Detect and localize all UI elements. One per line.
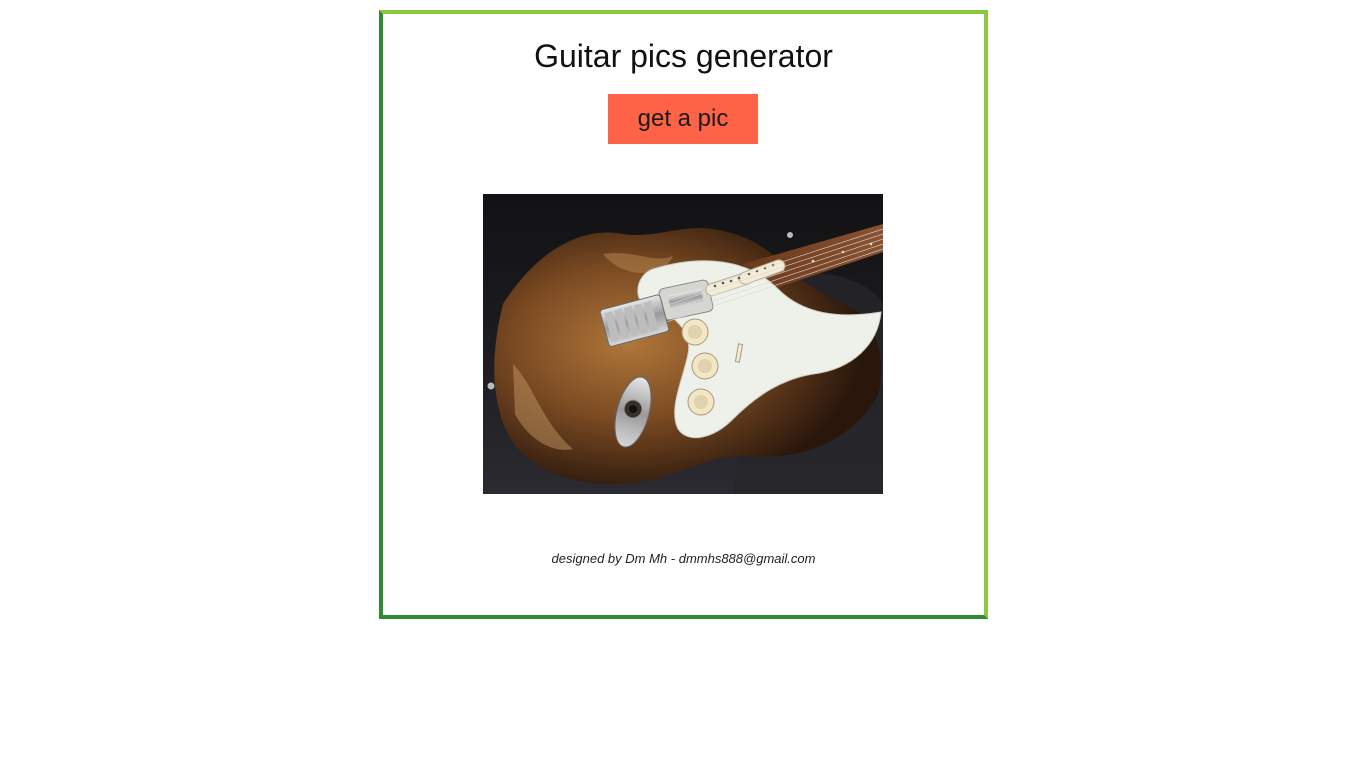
content-card: Guitar pics generator get a pic designed… <box>379 10 988 619</box>
page-title: Guitar pics generator <box>534 38 833 74</box>
guitar-image <box>483 194 883 494</box>
get-pic-button[interactable]: get a pic <box>608 94 758 144</box>
footer-credit: designed by Dm Mh - dmmhs888@gmail.com <box>551 551 816 566</box>
